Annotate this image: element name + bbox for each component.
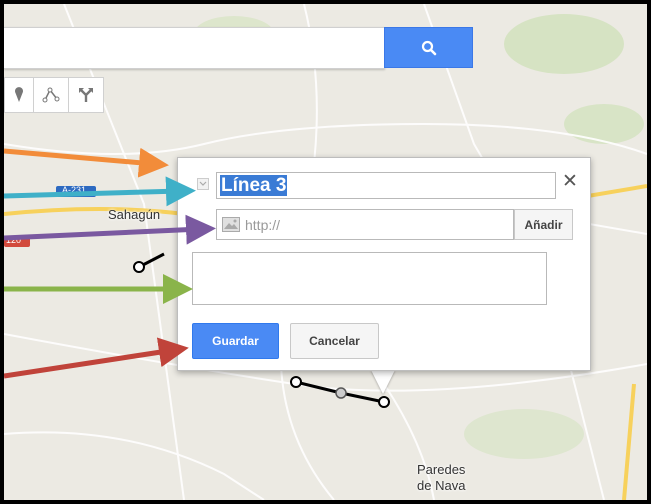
annotation-arrows: [4, 147, 216, 379]
arrow-orange: [4, 147, 169, 178]
screenshot-frame: Sahagún A-231 120 Paredes de Nava: [0, 0, 651, 504]
arrow-red: [4, 337, 189, 379]
arrow-teal: [4, 176, 196, 207]
arrow-purple: [4, 214, 216, 245]
